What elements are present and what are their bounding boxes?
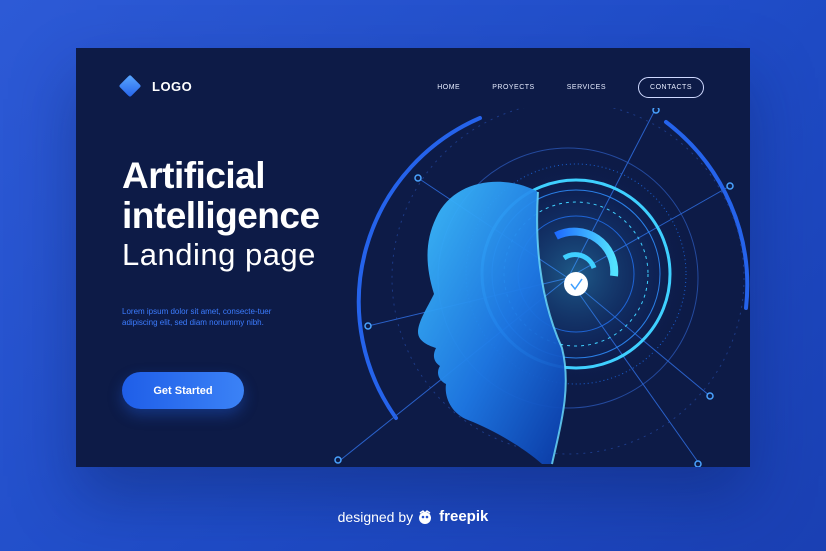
logo[interactable]: LOGO bbox=[118, 74, 193, 98]
logo-text: LOGO bbox=[152, 78, 193, 94]
freepik-logo-icon bbox=[419, 509, 432, 524]
nav-item-proyects[interactable]: PROYECTS bbox=[492, 84, 535, 91]
nav-item-services[interactable]: SERVICES bbox=[567, 84, 606, 91]
nav-item-home[interactable]: HOME bbox=[437, 84, 460, 91]
get-started-button[interactable]: Get Started bbox=[122, 372, 244, 409]
footer-brand[interactable]: freepik bbox=[439, 508, 488, 525]
footer-prefix: designed by bbox=[337, 508, 414, 525]
landing-card: LOGO HOME PROYECTS SERVICES CONTACTS Art… bbox=[76, 48, 750, 467]
hero-title-line2: intelligence bbox=[122, 195, 320, 236]
hero-headline: Artificial intelligence Landing page bbox=[122, 156, 320, 273]
top-nav: HOME PROYECTS SERVICES CONTACTS bbox=[437, 77, 704, 98]
diamond-logo-icon bbox=[118, 74, 142, 98]
footer-credit: designed by freepik bbox=[0, 508, 826, 525]
hero-description: Lorem ipsum dolor sit amet, consecte-tue… bbox=[122, 307, 272, 327]
core-dot bbox=[564, 272, 588, 296]
contacts-button[interactable]: CONTACTS bbox=[638, 77, 704, 98]
hero-subtitle: Landing page bbox=[122, 237, 316, 272]
ai-head-illustration bbox=[334, 108, 750, 467]
hero-title-line1: Artificial bbox=[122, 155, 266, 196]
